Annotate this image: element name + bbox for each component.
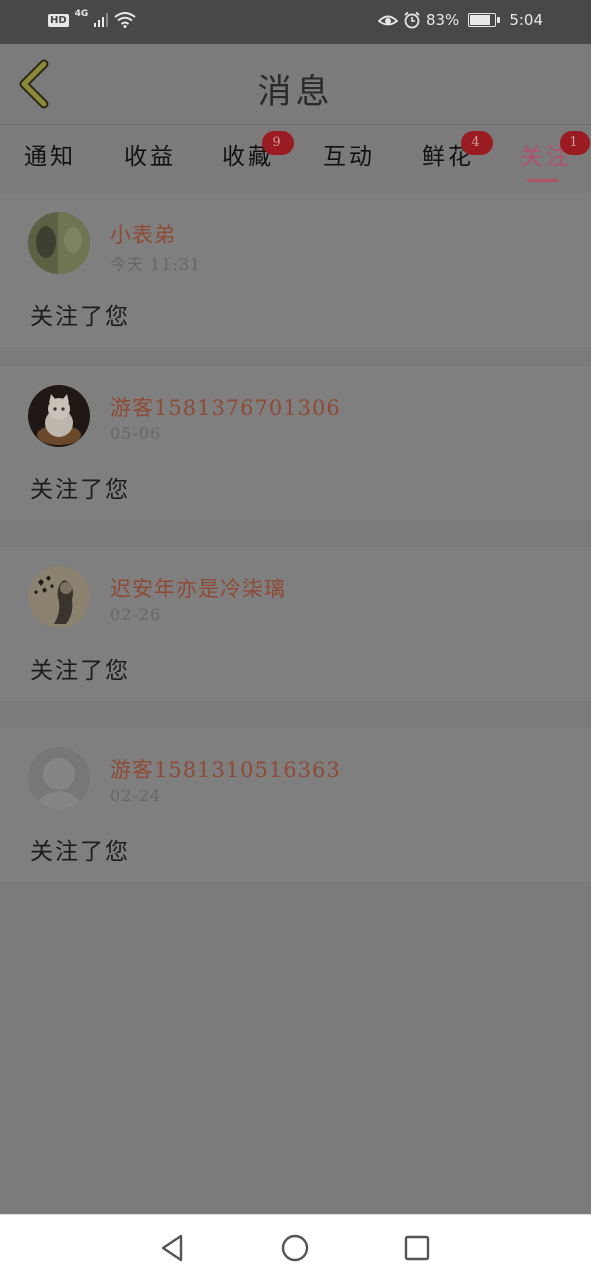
battery-icon [468, 13, 501, 27]
message-text: 关注了您 [30, 658, 130, 684]
message-text: 关注了您 [30, 839, 130, 865]
nav-back-button[interactable] [155, 1231, 189, 1265]
avatar[interactable] [28, 212, 90, 274]
alarm-icon [404, 11, 420, 29]
battery-percent: 83% [425, 11, 460, 29]
triangle-back-icon [161, 1234, 183, 1262]
tab-label: 互动 [323, 144, 375, 170]
tab-label: 通知 [24, 144, 76, 170]
username[interactable]: 游客1581376701306 [110, 392, 341, 422]
hearts-avatar-icon [28, 566, 90, 628]
tab-earnings[interactable]: 收益 [124, 137, 176, 171]
signal-icon [94, 13, 109, 27]
network-type: 4G [74, 9, 89, 19]
username[interactable]: 小表弟 [110, 219, 176, 249]
avatar[interactable] [28, 747, 90, 809]
tab-interactions[interactable]: 互动 [323, 137, 375, 171]
timestamp: 今天 11:31 [110, 255, 202, 274]
tab-flowers[interactable]: 鲜花 4 [422, 131, 493, 171]
active-tab-indicator [527, 179, 558, 182]
tab-favorites[interactable]: 收藏 9 [222, 131, 294, 171]
system-nav-bar [0, 1214, 591, 1280]
tab-notifications[interactable]: 通知 [24, 137, 76, 171]
nav-home-button[interactable] [278, 1231, 312, 1265]
avatar[interactable] [28, 566, 90, 628]
page-title: 消息 [257, 72, 334, 112]
message-text: 关注了您 [30, 304, 130, 330]
cat-avatar-icon [28, 385, 90, 447]
avatar[interactable] [28, 385, 90, 447]
message-text: 关注了您 [30, 477, 130, 503]
tab-label: 收益 [124, 144, 176, 170]
header: 消息 [0, 44, 591, 125]
username[interactable]: 迟安年亦是冷柒璃 [110, 573, 286, 603]
circle-home-icon [281, 1234, 309, 1262]
tab-bar: 通知 收益 收藏 9 互动 鲜花 4 关注 1 [0, 125, 591, 185]
unread-badge: 4 [461, 131, 493, 155]
list-item[interactable]: 游客1581376701306 05-06 关注了您 [0, 366, 591, 520]
square-recents-icon [404, 1235, 430, 1261]
list-item[interactable]: 游客1581310516363 02-24 关注了您 [0, 728, 591, 882]
timestamp: 02-24 [110, 786, 162, 805]
nav-recents-button[interactable] [400, 1231, 434, 1265]
timestamp: 05-06 [110, 424, 162, 443]
photo-avatar-icon [28, 212, 90, 274]
wifi-icon [114, 12, 136, 28]
hd-indicator: HD [48, 13, 69, 27]
eye-comfort-icon [377, 15, 398, 26]
default-avatar-icon [28, 747, 90, 809]
status-bar: HD 4G 83% 5:04 [0, 0, 591, 44]
timestamp: 02-26 [110, 605, 162, 624]
username[interactable]: 游客1581310516363 [110, 754, 341, 784]
list-item[interactable]: 小表弟 今天 11:31 关注了您 [0, 193, 591, 347]
tab-follows[interactable]: 关注 1 [520, 131, 590, 182]
clock: 5:04 [509, 11, 543, 29]
list-item[interactable]: 迟安年亦是冷柒璃 02-26 关注了您 [0, 547, 591, 701]
unread-badge: 9 [262, 131, 294, 155]
unread-badge: 1 [560, 131, 590, 155]
